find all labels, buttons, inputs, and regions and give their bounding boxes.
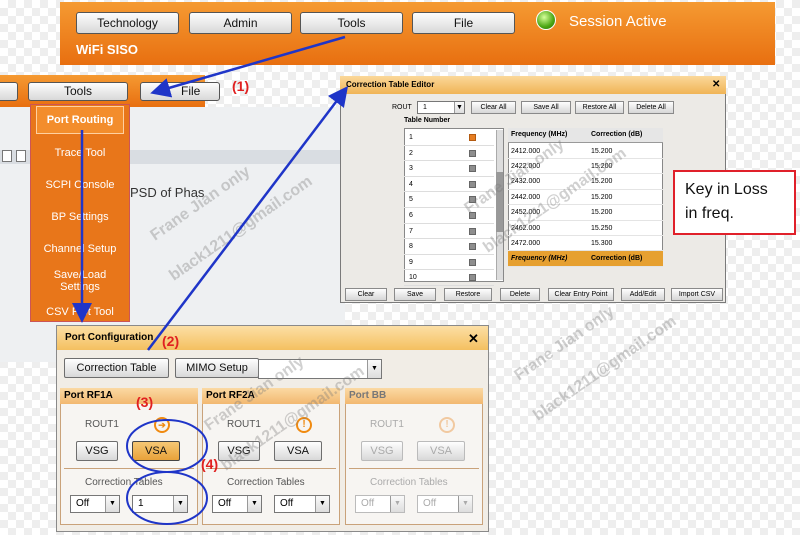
clear-all-button[interactable]: Clear All: [471, 101, 516, 114]
watermark-email: black1211@gmail.com: [530, 312, 680, 425]
restore-button[interactable]: Restore: [444, 288, 492, 301]
correction-table-button[interactable]: Correction Table: [64, 358, 169, 378]
close-icon[interactable]: ✕: [712, 79, 720, 90]
delete-button[interactable]: Delete: [500, 288, 540, 301]
menu-item-csv-plot[interactable]: CSV Plot Tool: [30, 306, 130, 318]
session-status: Session Active: [569, 13, 667, 30]
save-button[interactable]: Save: [394, 288, 436, 301]
annotation-3: (3): [136, 394, 154, 410]
cell-correction[interactable]: 15.300: [588, 236, 663, 252]
correction-select-1[interactable]: Off ▼: [70, 495, 120, 513]
secondary-nav-left[interactable]: [0, 82, 18, 101]
clear-button[interactable]: Clear: [345, 288, 387, 301]
correction-tables-label: Correction Tables: [85, 477, 163, 488]
correction-select-2[interactable]: Off ▼: [417, 495, 473, 513]
delete-all-button[interactable]: Delete All: [628, 101, 674, 114]
key-in-loss-note: Key in Loss in freq.: [673, 170, 796, 235]
nav-admin[interactable]: Admin: [189, 12, 292, 34]
correction-tables-label: Correction Tables: [370, 477, 448, 488]
add-edit-button[interactable]: Add/Edit: [621, 288, 665, 301]
vsg-button[interactable]: VSG: [76, 441, 118, 461]
rout-label: ROUT1: [370, 419, 404, 430]
annotation-4: (4): [201, 456, 219, 472]
cell-correction[interactable]: 15.200: [588, 205, 663, 221]
import-csv-button[interactable]: Import CSV: [671, 288, 723, 301]
cell-frequency[interactable]: 2472.000: [508, 236, 588, 252]
table-grid-icon[interactable]: [469, 165, 476, 173]
table-grid-icon[interactable]: [469, 180, 476, 188]
edit-row-correction[interactable]: Correction (dB): [588, 251, 663, 267]
cell-correction[interactable]: 15.250: [588, 221, 663, 237]
vsg-button[interactable]: VSG: [361, 441, 403, 461]
note-line-1: Key in Loss: [685, 181, 768, 198]
arrow-right-icon: ➔: [154, 417, 170, 433]
menu-item-channel-setup[interactable]: Channel Setup: [30, 243, 130, 255]
menu-item-trace-tool[interactable]: Trace Tool: [30, 147, 130, 159]
table-number-row[interactable]: 7: [404, 224, 494, 240]
cell-correction[interactable]: 15.200: [588, 190, 663, 206]
mimo-setup-button[interactable]: MIMO Setup: [175, 358, 259, 378]
table-grid-icon[interactable]: [469, 274, 476, 282]
edit-row-frequency[interactable]: Frequency (MHz): [508, 251, 588, 267]
nav-technology[interactable]: Technology: [76, 12, 179, 34]
clear-entry-point-button[interactable]: Clear Entry Point: [548, 288, 614, 301]
table-grid-icon[interactable]: [469, 227, 476, 235]
table-number-label: Table Number: [404, 117, 451, 124]
table-number-row[interactable]: 10: [404, 270, 494, 286]
mode-subtitle: WiFi SISO: [76, 42, 138, 57]
annotation-1: (1): [232, 78, 250, 94]
restore-all-button[interactable]: Restore All: [575, 101, 624, 114]
bg-toolbar-icon: [2, 150, 12, 162]
menu-item-save-load[interactable]: Save/Load Settings: [42, 269, 118, 293]
port-config-titlebar: Port Configuration: [57, 326, 488, 350]
col-header-frequency: Frequency (MHz): [508, 128, 588, 143]
menu-item-port-routing[interactable]: Port Routing: [36, 106, 124, 134]
col-header-correction: Correction (dB): [588, 128, 663, 143]
table-grid-icon[interactable]: [469, 149, 476, 157]
correction-select-1[interactable]: Off ▼: [355, 495, 405, 513]
table-grid-icon[interactable]: [469, 134, 476, 141]
correction-select-1[interactable]: Off ▼: [212, 495, 262, 513]
nav-file[interactable]: File: [412, 12, 515, 34]
menu-item-bp-settings[interactable]: BP Settings: [30, 211, 130, 223]
vsa-button[interactable]: VSA: [274, 441, 322, 461]
port-config-title: Port Configuration: [65, 332, 154, 343]
table-grid-icon[interactable]: [469, 258, 476, 266]
divider: [349, 468, 479, 469]
rout-label: ROUT1: [85, 419, 119, 430]
secondary-nav-tools[interactable]: Tools: [28, 82, 128, 101]
table-number-row[interactable]: 3: [404, 161, 494, 177]
vsa-button[interactable]: VSA: [417, 441, 465, 461]
save-all-button[interactable]: Save All: [521, 101, 571, 114]
menu-item-scpi-console[interactable]: SCPI Console: [30, 179, 130, 191]
vsa-button[interactable]: VSA: [132, 441, 180, 461]
correction-select-2[interactable]: 1 ▼: [132, 495, 188, 513]
table-number-row[interactable]: 9: [404, 255, 494, 271]
note-line-2: in freq.: [685, 205, 734, 222]
editor-title: Correction Table Editor: [346, 80, 435, 89]
table-number-row[interactable]: 2: [404, 146, 494, 162]
port-name: Port RF1A: [60, 388, 198, 404]
correction-select-2[interactable]: Off ▼: [274, 495, 330, 513]
table-number-row[interactable]: 1: [404, 130, 494, 146]
status-led-icon: [536, 10, 556, 30]
port-name: Port BB: [345, 388, 483, 404]
secondary-nav-file[interactable]: File: [140, 82, 220, 101]
rout-select[interactable]: 1 ▼: [417, 101, 465, 114]
warning-icon: !: [439, 417, 455, 433]
rout-label: ROUT: [392, 104, 412, 111]
divider: [64, 468, 194, 469]
bg-toolbar-icon: [16, 150, 26, 162]
nav-tools[interactable]: Tools: [300, 12, 403, 34]
correction-tables-label: Correction Tables: [227, 477, 305, 488]
table-grid-icon[interactable]: [469, 243, 476, 251]
close-icon[interactable]: ✕: [468, 331, 479, 347]
annotation-2: (2): [162, 333, 180, 349]
